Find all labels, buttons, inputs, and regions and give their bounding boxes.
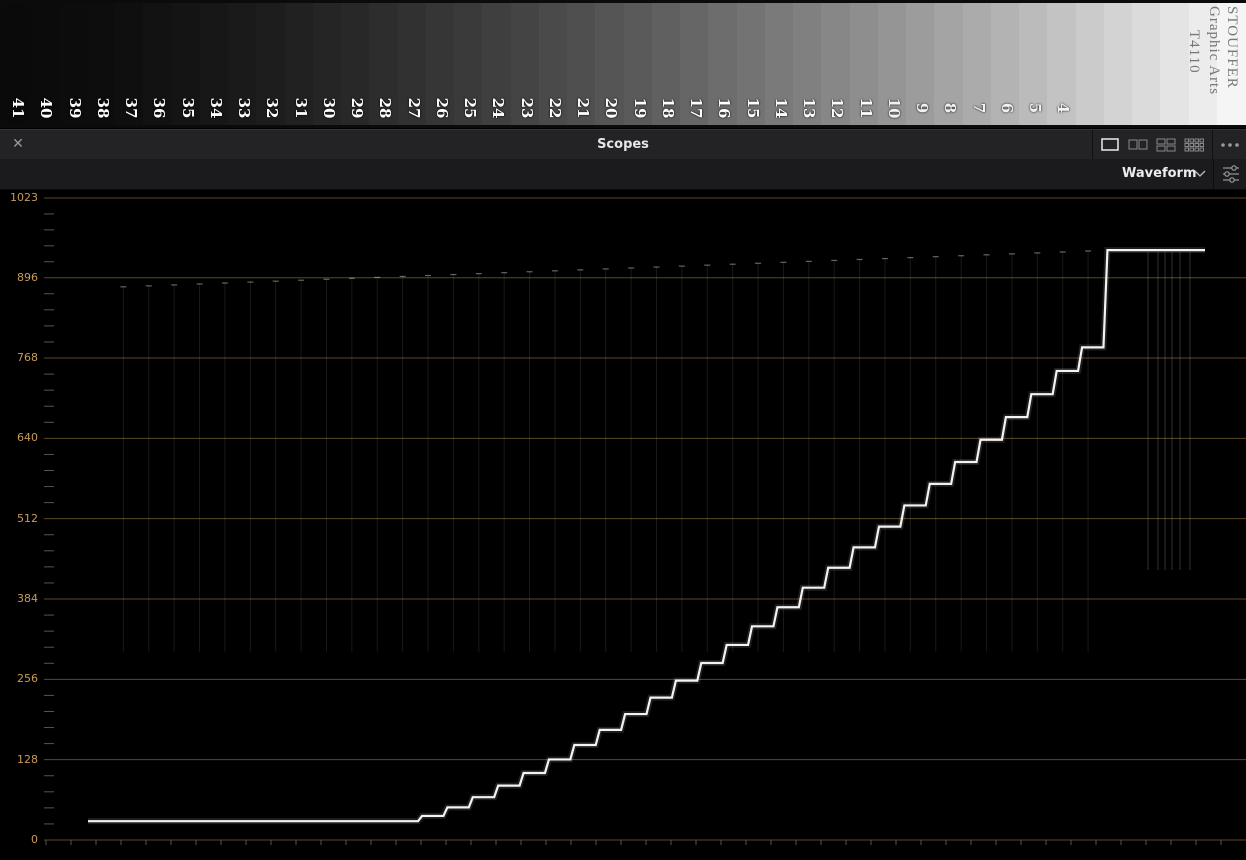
y-axis-label: 256 — [17, 672, 38, 686]
step-number-label: 7 — [969, 102, 988, 114]
step-number-label: 21 — [574, 97, 592, 119]
strip-band — [1132, 3, 1162, 125]
scopes-title-bar: ✕ Scopes — [0, 129, 1246, 160]
single-view-icon[interactable] — [1099, 136, 1121, 153]
step-number-label: 10 — [884, 97, 903, 119]
step-number-label: 38 — [93, 97, 112, 119]
step-number-label: 8 — [941, 102, 960, 114]
step-number-label: 4 — [1054, 102, 1073, 114]
step-number-label: 12 — [828, 97, 847, 119]
step-number-label: 24 — [489, 97, 508, 119]
step-number-label: 9 — [913, 102, 931, 114]
step-number-label: 15 — [743, 97, 762, 119]
step-number-label: 39 — [65, 97, 84, 119]
step-number-label: 13 — [800, 97, 818, 119]
step-number-label: 17 — [687, 97, 705, 119]
scope-toolbar: Waveform — [0, 159, 1246, 190]
step-number-label: 5 — [1026, 102, 1044, 114]
y-axis-label: 896 — [17, 270, 38, 284]
dual-view-icon[interactable] — [1127, 136, 1149, 153]
settings-sliders-icon[interactable] — [1213, 159, 1246, 189]
waveform-plot — [44, 197, 1246, 845]
grid-view-icon[interactable] — [1183, 136, 1205, 153]
y-axis-label: 0 — [31, 833, 38, 846]
step-number-label: 25 — [461, 97, 479, 119]
step-number-label: 31 — [291, 97, 310, 119]
step-number-label: 19 — [630, 97, 649, 119]
step-number-label: 35 — [178, 97, 197, 119]
step-number-label: 16 — [715, 97, 734, 119]
y-axis-label: 640 — [17, 431, 38, 445]
step-number-label: 37 — [122, 97, 140, 119]
step-number-label: 18 — [658, 97, 677, 119]
step-number-label: 32 — [263, 97, 282, 119]
step-number-label: 26 — [432, 97, 451, 119]
test-strip-image: 41 40 39 38 37 36 35 34 33 32 31 30 29 28 27 26 25 24 23 22… — [0, 0, 1246, 128]
step-number-label: 30 — [319, 97, 338, 119]
step-number-label: 36 — [150, 97, 169, 119]
chevron-down-icon — [1194, 170, 1206, 177]
scope-type-dropdown[interactable]: Waveform — [1118, 164, 1210, 184]
step-number-label: 23 — [517, 97, 536, 119]
step-number-label: 28 — [376, 97, 395, 119]
step-number-label: 41 — [9, 97, 27, 119]
y-axis-label: 512 — [17, 511, 38, 525]
step-number-label: 11 — [856, 97, 875, 119]
y-axis-label: 128 — [17, 752, 38, 766]
waveform-scope[interactable]: 1023 896 768 640 512 384 256 128 0 — [0, 190, 1246, 860]
y-axis-label: 768 — [17, 351, 38, 365]
step-number-label: 20 — [602, 97, 621, 119]
y-axis-label: 384 — [17, 592, 38, 605]
step-number-label: 14 — [771, 97, 790, 119]
strip-band — [1075, 3, 1105, 125]
brand-subtitle-text: Graphic Arts — [1206, 6, 1222, 96]
step-number-label: 22 — [545, 97, 564, 119]
panel-title: Scopes — [597, 137, 649, 152]
step-number-label: 33 — [235, 97, 253, 119]
scope-type-label: Waveform — [1122, 166, 1197, 181]
step-number-label: 27 — [404, 97, 423, 119]
brand-model-text: T4110 — [1186, 30, 1202, 74]
y-axis-label: 1023 — [10, 191, 38, 204]
step-number-label: 34 — [206, 97, 225, 119]
step-number-label: 29 — [348, 97, 366, 119]
quad-view-icon[interactable] — [1155, 136, 1177, 153]
brand-logo-text: STOUFFER — [1224, 6, 1240, 89]
step-number-label: 6 — [997, 102, 1016, 114]
strip-band — [1103, 3, 1133, 125]
layout-selector — [1092, 130, 1213, 159]
more-options-icon[interactable] — [1216, 136, 1244, 153]
step-number-label: 40 — [37, 97, 56, 119]
